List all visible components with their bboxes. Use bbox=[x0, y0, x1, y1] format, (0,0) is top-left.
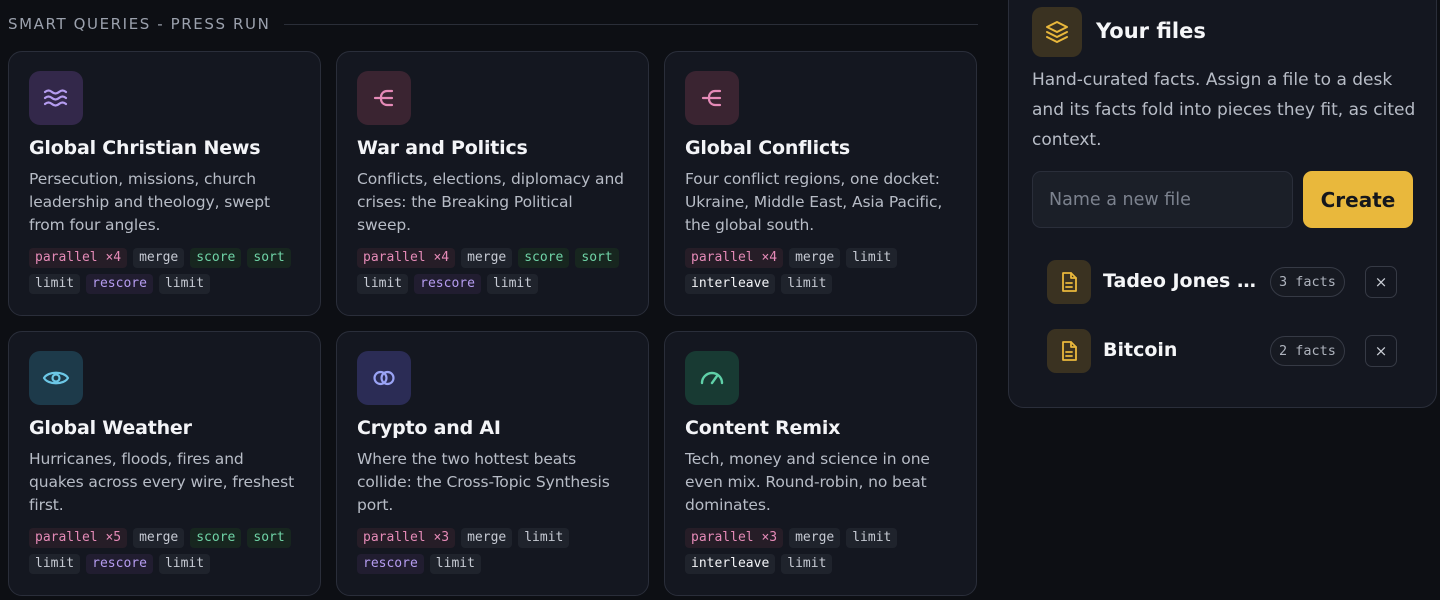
tag-merge: merge bbox=[461, 248, 513, 268]
query-card-global-christian-news[interactable]: Global Christian News Persecution, missi… bbox=[8, 51, 321, 316]
tag-parallel: parallel ×4 bbox=[29, 248, 128, 268]
tag-limit: limit bbox=[29, 274, 81, 294]
tag-limit: limit bbox=[486, 274, 539, 294]
layers-icon bbox=[1032, 7, 1082, 57]
tag-rescore: rescore bbox=[86, 274, 153, 294]
files-description: Hand-curated facts. Assign a file to a d… bbox=[1032, 70, 1416, 150]
section-divider bbox=[284, 23, 978, 25]
query-title: Global Conflicts bbox=[685, 137, 850, 159]
create-button[interactable]: Create bbox=[1303, 171, 1413, 228]
gauge-icon bbox=[685, 351, 739, 405]
query-card-crypto-and-ai[interactable]: Crypto and AI Where the two hottest beat… bbox=[336, 331, 649, 596]
tag-merge: merge bbox=[133, 248, 185, 268]
file-name: Tadeo Jones fi... bbox=[1103, 270, 1261, 292]
query-description: Tech, money and science in one even mix.… bbox=[685, 450, 930, 514]
tag-merge: merge bbox=[789, 248, 841, 268]
file-item-tadeo-jones[interactable]: Tadeo Jones fi... 3 facts × bbox=[1047, 260, 1399, 304]
remove-file-button[interactable]: × bbox=[1365, 335, 1397, 367]
tag-limit: limit bbox=[846, 248, 898, 268]
tag-limit: limit bbox=[158, 554, 211, 574]
files-title: Your files bbox=[1096, 19, 1206, 43]
tag-limit: limit bbox=[357, 274, 409, 294]
remove-file-button[interactable]: × bbox=[1365, 266, 1397, 298]
query-card-global-conflicts[interactable]: Global Conflicts Four conflict regions, … bbox=[664, 51, 977, 316]
file-item-bitcoin[interactable]: Bitcoin 2 facts × bbox=[1047, 329, 1399, 373]
tag-parallel: parallel ×5 bbox=[29, 528, 128, 548]
waves-icon bbox=[29, 71, 83, 125]
pipeline-tags: parallel ×3 merge limit rescore limit bbox=[357, 528, 628, 574]
fork-icon bbox=[357, 71, 411, 125]
pipeline-tags: parallel ×4 merge score sort limit resco… bbox=[357, 248, 628, 294]
eye-icon bbox=[29, 351, 83, 405]
tag-parallel: parallel ×4 bbox=[685, 248, 784, 268]
fact-count-badge: 2 facts bbox=[1270, 336, 1345, 366]
tag-rescore: rescore bbox=[86, 554, 153, 574]
tag-limit: limit bbox=[29, 554, 81, 574]
tag-interleave: interleave bbox=[685, 554, 776, 574]
query-description: Hurricanes, floods, fires and quakes acr… bbox=[29, 450, 295, 514]
pipeline-tags: parallel ×3 merge limit interleave limit bbox=[685, 528, 956, 574]
pipeline-tags: parallel ×4 merge score sort limit resco… bbox=[29, 248, 300, 294]
tag-parallel: parallel ×3 bbox=[685, 528, 784, 548]
query-title: War and Politics bbox=[357, 137, 528, 159]
rings-icon bbox=[357, 351, 411, 405]
document-icon bbox=[1047, 329, 1091, 373]
tag-sort: sort bbox=[247, 248, 291, 268]
query-description: Where the two hottest beats collide: the… bbox=[357, 450, 610, 514]
query-card-content-remix[interactable]: Content Remix Tech, money and science in… bbox=[664, 331, 977, 596]
query-card-global-weather[interactable]: Global Weather Hurricanes, floods, fires… bbox=[8, 331, 321, 596]
tag-limit: limit bbox=[158, 274, 211, 294]
query-description: Four conflict regions, one docket: Ukrai… bbox=[685, 170, 943, 234]
section-header: SMART QUERIES - PRESS RUN bbox=[8, 14, 978, 34]
query-title: Content Remix bbox=[685, 417, 841, 439]
tag-parallel: parallel ×4 bbox=[357, 248, 456, 268]
new-file-input[interactable] bbox=[1032, 171, 1293, 228]
tag-limit: limit bbox=[781, 274, 833, 294]
tag-merge: merge bbox=[461, 528, 513, 548]
tag-limit: limit bbox=[429, 554, 481, 574]
query-card-war-and-politics[interactable]: War and Politics Conflicts, elections, d… bbox=[336, 51, 649, 316]
tag-sort: sort bbox=[575, 248, 619, 268]
tag-rescore: rescore bbox=[414, 274, 481, 294]
tag-rescore: rescore bbox=[357, 554, 424, 574]
tag-limit: limit bbox=[846, 528, 898, 548]
tag-merge: merge bbox=[133, 528, 185, 548]
files-panel: Your files Hand-curated facts. Assign a … bbox=[1008, 0, 1437, 408]
query-title: Global Christian News bbox=[29, 137, 261, 159]
tag-score: score bbox=[518, 248, 570, 268]
section-title: SMART QUERIES - PRESS RUN bbox=[8, 15, 271, 33]
file-name: Bitcoin bbox=[1103, 339, 1178, 361]
query-description: Conflicts, elections, diplomacy and cris… bbox=[357, 170, 624, 234]
document-icon bbox=[1047, 260, 1091, 304]
tag-merge: merge bbox=[789, 528, 841, 548]
tag-limit: limit bbox=[781, 554, 833, 574]
query-title: Crypto and AI bbox=[357, 417, 501, 439]
tag-parallel: parallel ×3 bbox=[357, 528, 456, 548]
tag-score: score bbox=[190, 248, 242, 268]
tag-limit: limit bbox=[518, 528, 570, 548]
query-title: Global Weather bbox=[29, 417, 192, 439]
tag-interleave: interleave bbox=[685, 274, 776, 294]
fact-count-badge: 3 facts bbox=[1270, 267, 1345, 297]
tag-sort: sort bbox=[247, 528, 291, 548]
pipeline-tags: parallel ×5 merge score sort limit resco… bbox=[29, 528, 300, 574]
fork-icon bbox=[685, 71, 739, 125]
query-description: Persecution, missions, church leadership… bbox=[29, 170, 270, 234]
tag-score: score bbox=[190, 528, 242, 548]
pipeline-tags: parallel ×4 merge limit interleave limit bbox=[685, 248, 956, 294]
